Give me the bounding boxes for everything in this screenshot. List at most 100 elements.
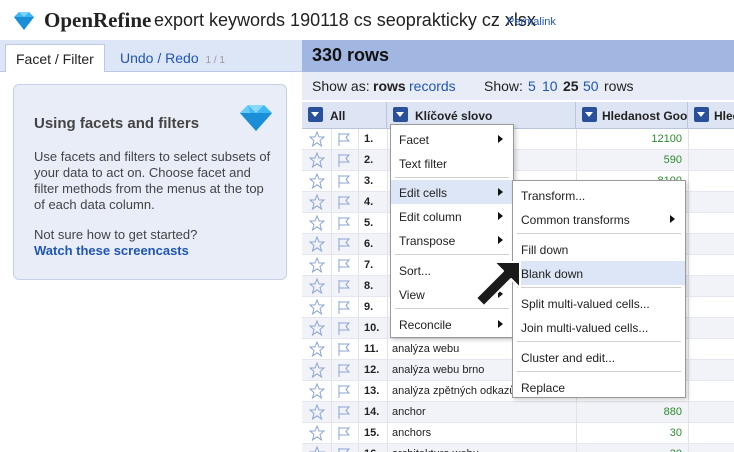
flag-icon[interactable] xyxy=(336,132,352,147)
project-title[interactable]: export keywords 190118 cs seoprakticky c… xyxy=(154,10,536,31)
show-as-records-option[interactable]: records xyxy=(409,78,456,94)
row-divider xyxy=(576,402,577,423)
star-icon[interactable] xyxy=(309,299,325,315)
show-as-rows-option[interactable]: rows xyxy=(373,78,406,94)
keyword-cell[interactable]: anchors xyxy=(392,427,431,439)
search-volume-cell[interactable]: 30 xyxy=(582,427,682,439)
page-size-10[interactable]: 10 xyxy=(542,78,558,94)
page-size-5[interactable]: 5 xyxy=(528,78,536,94)
row-divider xyxy=(387,255,388,276)
row-divider xyxy=(387,423,388,444)
submenu-item-common-transforms[interactable]: Common transforms xyxy=(513,207,685,231)
submenu-item-fill-down[interactable]: Fill down xyxy=(513,237,685,261)
star-icon[interactable] xyxy=(309,341,325,357)
flag-icon[interactable] xyxy=(336,321,352,336)
menu-item-transpose[interactable]: Transpose xyxy=(391,228,513,252)
menu-divider xyxy=(517,371,681,372)
tab-undo-redo[interactable]: Undo / Redo 1 / 1 xyxy=(110,44,235,72)
flag-icon[interactable] xyxy=(336,153,352,168)
star-icon[interactable] xyxy=(309,152,325,168)
dropdown-arrow-icon[interactable] xyxy=(308,107,323,122)
search-volume-cell[interactable]: 12100 xyxy=(582,133,682,145)
keyword-cell[interactable]: analýza webu brno xyxy=(392,364,484,376)
star-icon[interactable] xyxy=(309,383,325,399)
column-header-hledanost-2[interactable]: Hled xyxy=(688,102,734,129)
flag-icon[interactable] xyxy=(336,195,352,210)
dropdown-arrow-icon[interactable] xyxy=(582,107,597,122)
keyword-cell[interactable]: anchor xyxy=(392,406,426,418)
star-icon[interactable] xyxy=(309,194,325,210)
star-icon[interactable] xyxy=(309,446,325,452)
submenu-item-cluster-and-edit[interactable]: Cluster and edit... xyxy=(513,345,685,369)
star-icon[interactable] xyxy=(309,215,325,231)
row-divider xyxy=(387,444,388,452)
flag-icon[interactable] xyxy=(336,384,352,399)
submenu-item-replace[interactable]: Replace xyxy=(513,375,685,399)
search-volume-cell[interactable]: 880 xyxy=(582,406,682,418)
star-icon[interactable] xyxy=(309,425,325,441)
row-divider xyxy=(387,234,388,255)
submenu-item-join-multi-valued[interactable]: Join multi-valued cells... xyxy=(513,315,685,339)
flag-icon[interactable] xyxy=(336,363,352,378)
flag-icon[interactable] xyxy=(336,279,352,294)
flag-icon[interactable] xyxy=(336,405,352,420)
star-icon[interactable] xyxy=(309,404,325,420)
screencasts-link[interactable]: Watch these screencasts xyxy=(34,243,189,258)
flag-icon[interactable] xyxy=(336,426,352,441)
flag-icon[interactable] xyxy=(336,174,352,189)
menu-item-facet[interactable]: Facet xyxy=(391,127,513,151)
table-row: 2. 590 xyxy=(302,150,734,171)
row-divider xyxy=(358,129,359,150)
menu-item-label: Edit cells xyxy=(399,186,448,200)
search-volume-cell[interactable]: 30 xyxy=(582,448,682,452)
flag-icon[interactable] xyxy=(336,342,352,357)
menu-item-text-filter[interactable]: Text filter xyxy=(391,151,513,175)
row-number: 1. xyxy=(364,133,374,145)
permalink-link[interactable]: Permalink xyxy=(507,16,556,28)
flag-icon[interactable] xyxy=(336,447,352,452)
star-icon[interactable] xyxy=(309,320,325,336)
app-logo-text[interactable]: OpenRefine xyxy=(44,8,151,33)
star-icon[interactable] xyxy=(309,278,325,294)
row-number: 13. xyxy=(364,385,380,397)
row-divider xyxy=(331,213,332,234)
submenu-item-blank-down[interactable]: Blank down xyxy=(513,261,685,285)
star-icon[interactable] xyxy=(309,362,325,378)
menu-item-label: Transpose xyxy=(399,234,456,248)
row-divider xyxy=(387,360,388,381)
submenu-item-transform[interactable]: Transform... xyxy=(513,183,685,207)
facet-help-box: Using facets and filters Use facets and … xyxy=(13,84,287,280)
star-icon[interactable] xyxy=(309,173,325,189)
flag-icon[interactable] xyxy=(336,300,352,315)
row-divider xyxy=(358,150,359,171)
search-volume-cell[interactable]: 590 xyxy=(582,154,682,166)
page-size-suffix: rows xyxy=(604,78,634,94)
flag-icon[interactable] xyxy=(336,216,352,231)
row-number: 14. xyxy=(364,406,380,418)
flag-icon[interactable] xyxy=(336,258,352,273)
keyword-cell[interactable]: analýza zpětných odkazů xyxy=(392,385,516,397)
star-icon[interactable] xyxy=(309,131,325,147)
tab-facet-filter[interactable]: Facet / Filter xyxy=(5,44,105,72)
keyword-cell[interactable]: architektura webu xyxy=(392,448,479,452)
row-divider xyxy=(688,192,689,213)
flag-icon[interactable] xyxy=(336,237,352,252)
dropdown-arrow-icon[interactable] xyxy=(393,107,408,122)
column-header-all[interactable]: All xyxy=(302,102,387,129)
page-size-25[interactable]: 25 xyxy=(563,78,579,94)
diamond-logo-icon[interactable] xyxy=(12,11,36,31)
row-divider xyxy=(387,276,388,297)
keyword-cell[interactable]: analýza webu xyxy=(392,343,459,355)
row-number: 5. xyxy=(364,217,374,229)
star-icon[interactable] xyxy=(309,257,325,273)
row-divider xyxy=(358,318,359,339)
column-header-hledanost-google[interactable]: Hledanost Goog xyxy=(576,102,688,129)
dropdown-arrow-icon[interactable] xyxy=(694,107,709,122)
row-divider xyxy=(387,171,388,192)
menu-item-label: Fill down xyxy=(521,243,569,257)
menu-item-edit-column[interactable]: Edit column xyxy=(391,204,513,228)
star-icon[interactable] xyxy=(309,236,325,252)
submenu-item-split-multi-valued[interactable]: Split multi-valued cells... xyxy=(513,291,685,315)
menu-item-edit-cells[interactable]: Edit cells xyxy=(391,180,513,204)
page-size-50[interactable]: 50 xyxy=(583,78,599,94)
